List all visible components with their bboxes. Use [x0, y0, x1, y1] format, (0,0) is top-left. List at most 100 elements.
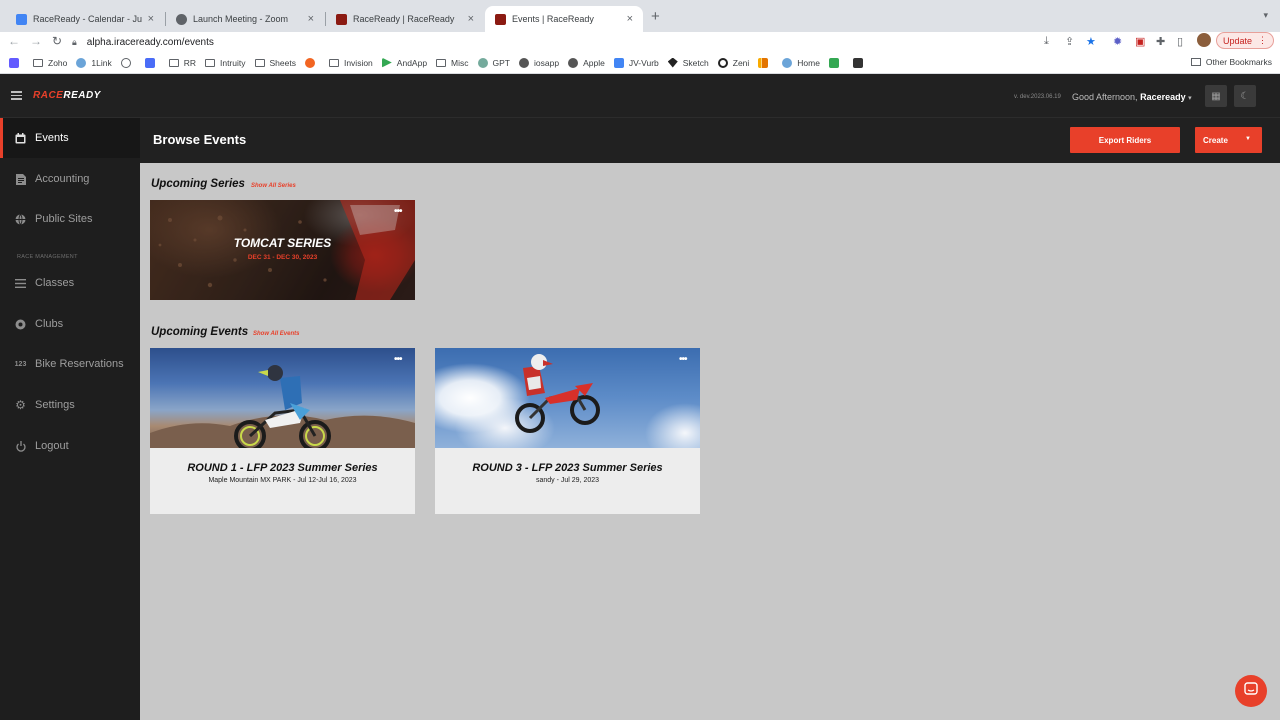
- app-header: RACEREADY v. dev.2023.06.19 Good Afterno…: [0, 74, 1280, 118]
- power-icon: [15, 440, 26, 452]
- browser-toolbar: ← → ↻ 🔒︎ alpha.iraceready.com/events ⤓ ⇪…: [0, 32, 1280, 52]
- show-all-series-link[interactable]: Show All Series: [251, 183, 296, 189]
- sidebar-item-classes[interactable]: Classes: [0, 263, 140, 303]
- bookmark-docs[interactable]: [144, 57, 160, 68]
- home-icon: [782, 57, 793, 68]
- raceready-favicon-icon: [495, 13, 506, 25]
- chat-icon: [1244, 681, 1258, 701]
- extension-calendar-icon[interactable]: ▣: [1135, 35, 1145, 48]
- sidebar-item-bike-reservations[interactable]: 123 Bike Reservations: [0, 344, 140, 384]
- sidebar-item-public-sites[interactable]: Public Sites: [0, 199, 140, 239]
- page-header: Browse Events Export Riders Create ▼: [140, 118, 1280, 163]
- url-text: alpha.iraceready.com/events: [86, 36, 214, 48]
- page-title: Browse Events: [153, 132, 247, 147]
- bookmark-item[interactable]: Apple: [568, 57, 605, 68]
- dark-app-icon: [852, 57, 863, 68]
- create-button[interactable]: Create ▼: [1195, 127, 1262, 153]
- more-horizontal-icon[interactable]: •••: [394, 354, 402, 365]
- layout-toggle-button[interactable]: ▦: [1205, 85, 1227, 107]
- bookmark-orange[interactable]: [304, 57, 320, 68]
- extension-icon[interactable]: ✹: [1113, 35, 1122, 48]
- sidebar-item-accounting[interactable]: Accounting: [0, 159, 140, 199]
- close-tab-icon[interactable]: ×: [308, 13, 314, 25]
- grid-icon: ▦: [1211, 90, 1221, 102]
- update-button[interactable]: Update ⋮: [1216, 32, 1274, 49]
- numbers-icon: 123: [14, 360, 27, 368]
- close-tab-icon[interactable]: ×: [627, 13, 633, 25]
- share-icon[interactable]: ⇪: [1065, 35, 1074, 48]
- reload-icon[interactable]: ↻: [52, 34, 62, 48]
- green-app-icon: [828, 57, 839, 68]
- bookmark-dark[interactable]: [852, 57, 868, 68]
- raceready-favicon-icon: [336, 13, 347, 25]
- more-horizontal-icon[interactable]: •••: [394, 206, 402, 217]
- browser-tab[interactable]: Launch Meeting - Zoom ×: [166, 6, 324, 32]
- bookmark-item[interactable]: JV-Vurb: [613, 57, 659, 68]
- hamburger-icon[interactable]: [11, 91, 22, 100]
- browser-tab[interactable]: RaceReady | RaceReady ×: [326, 6, 484, 32]
- chat-launcher-button[interactable]: [1235, 675, 1267, 707]
- sidebar-section-label: RACE MANAGEMENT: [17, 254, 78, 260]
- bookmark-item[interactable]: RR: [168, 58, 196, 68]
- folder-icon: [168, 58, 179, 67]
- bookmark-star-icon[interactable]: ★: [1086, 35, 1096, 48]
- back-arrow-icon[interactable]: ←: [8, 34, 20, 48]
- sidebar-item-settings[interactable]: ⚙ Settings: [0, 385, 140, 425]
- bookmark-item[interactable]: 1Link: [76, 57, 112, 68]
- chevron-down-icon[interactable]: ▼: [1245, 136, 1251, 142]
- sidepanel-icon[interactable]: ▯: [1177, 35, 1183, 48]
- link-icon: [76, 57, 87, 68]
- sidebar-item-logout[interactable]: Logout: [0, 426, 140, 466]
- profile-avatar[interactable]: [1197, 33, 1211, 47]
- raceready-logo[interactable]: RACEREADY: [33, 90, 101, 101]
- puzzle-icon[interactable]: ✚: [1156, 35, 1165, 48]
- more-horizontal-icon[interactable]: •••: [679, 354, 687, 365]
- series-card[interactable]: TOMCAT SERIES DEC 31 - DEC 30, 2023 •••: [150, 200, 415, 300]
- event-name: ROUND 3 - LFP 2023 Summer Series: [472, 462, 663, 474]
- sidebar-item-events[interactable]: Events: [0, 118, 140, 158]
- bookmark-item[interactable]: Sheets: [254, 58, 296, 68]
- bookmark-item[interactable]: Misc: [436, 58, 469, 68]
- event-card[interactable]: ••• ROUND 3 - LFP 2023 Summer Series san…: [435, 348, 700, 514]
- bookmark-stripe[interactable]: [9, 57, 24, 68]
- folder-icon: [436, 58, 447, 67]
- bookmark-item[interactable]: Home: [782, 57, 820, 68]
- browser-tab-bar: RaceReady - Calendar - June × Launch Mee…: [0, 0, 1280, 32]
- event-card[interactable]: ••• ROUND 1 - LFP 2023 Summer Series Map…: [150, 348, 415, 514]
- event-image: •••: [435, 348, 700, 448]
- close-tab-icon[interactable]: ×: [148, 13, 154, 25]
- bookmark-item[interactable]: Invision: [328, 58, 373, 68]
- event-details: Maple Mountain MX PARK - Jul 12-Jul 16, …: [208, 477, 357, 484]
- dark-mode-button[interactable]: ☾: [1234, 85, 1256, 107]
- tab-search-chevron-icon[interactable]: ▾: [1263, 10, 1268, 21]
- bookmark-item[interactable]: Intruity: [204, 58, 246, 68]
- sidebar: Events Accounting Public Sites RACE MANA…: [0, 118, 140, 720]
- user-menu[interactable]: Good Afternoon, Raceready ▾: [1072, 92, 1192, 102]
- close-tab-icon[interactable]: ×: [468, 13, 474, 25]
- other-bookmarks[interactable]: Other Bookmarks: [1190, 57, 1272, 67]
- bookmark-item[interactable]: AndApp: [381, 57, 427, 68]
- bookmark-chatgpt[interactable]: [120, 57, 136, 68]
- install-icon[interactable]: ⤓: [1044, 35, 1049, 48]
- bookmark-item[interactable]: GPT: [477, 57, 510, 68]
- browser-tab-active[interactable]: Events | RaceReady ×: [485, 6, 643, 32]
- rider-photo: [515, 354, 600, 433]
- show-all-events-link[interactable]: Show All Events: [253, 331, 299, 337]
- new-tab-icon[interactable]: +: [651, 8, 660, 25]
- forward-arrow-icon[interactable]: →: [30, 34, 42, 48]
- gpt-icon: [477, 57, 488, 68]
- browser-tab[interactable]: RaceReady - Calendar - June ×: [6, 6, 164, 32]
- gear-icon: ⚙: [15, 398, 26, 412]
- bookmark-item[interactable]: Zeni: [717, 57, 749, 68]
- address-bar[interactable]: 🔒︎ alpha.iraceready.com/events: [72, 33, 1072, 51]
- export-riders-button[interactable]: Export Riders: [1070, 127, 1180, 153]
- bookmark-item[interactable]: Zoho: [33, 58, 67, 68]
- folder-icon: [204, 58, 215, 67]
- sidebar-item-clubs[interactable]: Clubs: [0, 304, 140, 344]
- bookmark-item[interactable]: iosapp: [519, 57, 559, 68]
- bookmark-item[interactable]: Sketch: [667, 57, 709, 68]
- bookmark-green[interactable]: [828, 57, 844, 68]
- sketch-icon: [667, 57, 678, 68]
- folder-icon: [33, 58, 43, 67]
- bookmark-chart[interactable]: [758, 57, 773, 68]
